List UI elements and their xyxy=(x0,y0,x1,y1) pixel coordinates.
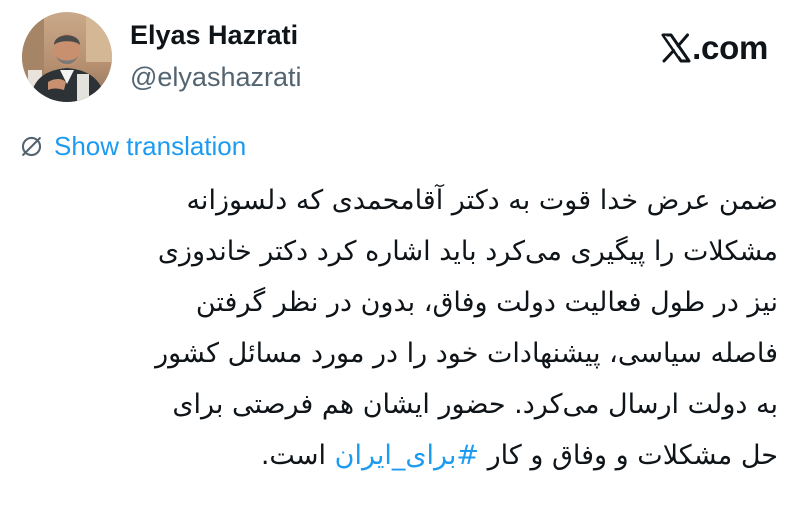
tweet-line: به دولت ارسال می‌کرد. حضور ایشان هم فرصت… xyxy=(172,389,778,420)
avatar-photo xyxy=(22,12,112,102)
author-info: Elyas Hazrati @elyashazrati xyxy=(130,18,301,96)
tweet-line: نیز در طول فعالیت دولت وفاق، بدون در نظر… xyxy=(195,287,778,318)
tweet-line: فاصله سیاسی، پیشنهادات خود را در مورد مس… xyxy=(155,338,778,369)
x-com-brand: .com xyxy=(661,26,768,70)
x-logo-icon xyxy=(661,33,691,63)
show-translation-label: Show translation xyxy=(54,131,247,161)
tweet-line-last: حل مشکلات و وفاق و کار #برای_ایران است. xyxy=(22,430,778,481)
tweet-body: ضمن عرض خدا قوت به دکتر آقامحمدی که دلسو… xyxy=(22,175,778,481)
tweet-text-segment: است. xyxy=(260,440,335,471)
author-handle[interactable]: @elyashazrati xyxy=(130,58,301,96)
tweet-text-segment: حل مشکلات و وفاق و کار xyxy=(479,440,778,471)
tweet-line: ضمن عرض خدا قوت به دکتر آقامحمدی که دلسو… xyxy=(186,185,778,216)
author-name[interactable]: Elyas Hazrati xyxy=(130,18,301,52)
author-avatar[interactable] xyxy=(22,12,112,102)
globe-slash-icon xyxy=(21,136,42,156)
tweet-header: Elyas Hazrati @elyashazrati .com xyxy=(22,12,782,108)
brand-domain-text: .com xyxy=(692,29,768,66)
hashtag-link[interactable]: #برای_ایران xyxy=(335,440,479,471)
show-translation-button[interactable]: Show translation xyxy=(19,128,246,164)
tweet-line: مشکلات را پیگیری می‌کرد باید اشاره کرد د… xyxy=(157,236,778,267)
